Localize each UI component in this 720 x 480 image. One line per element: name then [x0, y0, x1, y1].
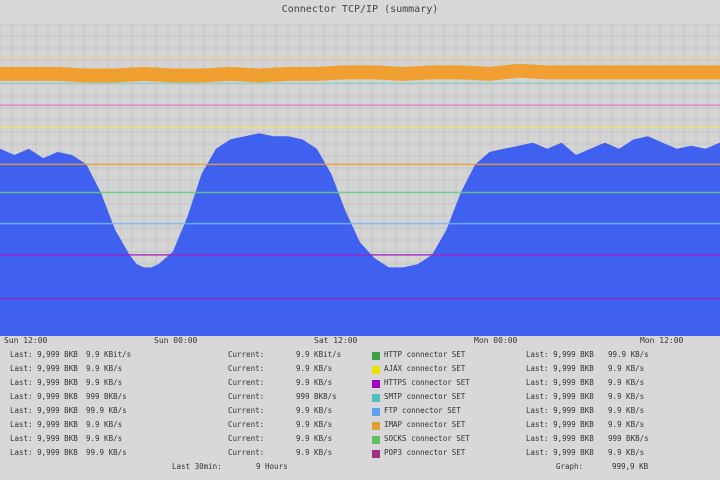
legend-right-b: 9.9 KB/s — [608, 378, 645, 387]
legend-label: HTTPS connector SET — [384, 378, 470, 387]
legend-left-a: Last: 9,999 BKB — [10, 364, 78, 373]
legend-table: Last: 9,999 BKB 9.9 KBit/s Current: 9.9 KBi… — [0, 350, 720, 466]
legend-mid-a: Current: — [228, 364, 265, 373]
legend-mid-b: 9.9 KB/s — [296, 448, 333, 457]
legend-right-b: 9.9 KB/s — [608, 406, 645, 415]
chart-plot — [0, 24, 720, 336]
chart-window: Connector TCP/IP (summary) Sun 12:00 Sun … — [0, 0, 720, 480]
legend-right-b: 9.9 KB/s — [608, 448, 645, 457]
legend-mid-a: Current: — [228, 448, 265, 457]
legend-label: AJAX connector SET — [384, 364, 466, 373]
legend-mid-b: 9.9 KB/s — [296, 364, 333, 373]
legend-left-a: Last: 9,999 BKB — [10, 392, 78, 401]
legend-swatch — [372, 380, 380, 388]
legend-left-b: 9.9 KB/s — [86, 420, 123, 429]
footer-left-value: 9 Hours — [256, 462, 288, 471]
legend-left-b: 9.9 KB/s — [86, 378, 123, 387]
legend-right-a: Last: 9,999 BKB — [526, 364, 594, 373]
legend-mid-a: Current: — [228, 350, 265, 359]
legend-label: SMTP connector SET — [384, 392, 466, 401]
legend-mid-b: 9.9 KB/s — [296, 378, 333, 387]
legend-row: Last: 9,999 BKB 9.9 KB/s Current: 9.9 KB/s H… — [0, 378, 720, 392]
legend-right-a: Last: 9,999 BKB — [526, 406, 594, 415]
legend-right-b: 9.9 KB/s — [608, 364, 645, 373]
legend-left-a: Last: 9,999 BKB — [10, 434, 78, 443]
legend-row: Last: 9,999 BKB 999 BKB/s Current: 999 BKB/… — [0, 392, 720, 406]
legend-mid-a: Current: — [228, 392, 265, 401]
legend-left-b: 9.9 KBit/s — [86, 350, 132, 359]
legend-row: Last: 9,999 BKB 9.9 KB/s Current: 9.9 KB/s A… — [0, 364, 720, 378]
x-tick-label: Sun 12:00 — [4, 336, 48, 345]
legend-row: Last: 9,999 BKB 99.9 KB/s Current: 9.9 KB/s… — [0, 406, 720, 420]
legend-mid-a: Current: — [228, 406, 265, 415]
chart-title: Connector TCP/IP (summary) — [281, 4, 439, 15]
footer-right-label: Graph: — [556, 462, 584, 471]
legend-right-a: Last: 9,999 BKB — [526, 448, 594, 457]
legend-right-b: 9.9 KB/s — [608, 392, 645, 401]
footer-left-label: Last 30min: — [172, 462, 222, 471]
legend-mid-b: 9.9 KB/s — [296, 420, 333, 429]
legend-swatch — [372, 394, 380, 402]
legend-right-a: Last: 9,999 BKB — [526, 420, 594, 429]
legend-mid-a: Current: — [228, 434, 265, 443]
footer-bar: Last 30min: 9 Hours Graph: 999,9 KB — [0, 462, 720, 478]
legend-left-b: 99.9 KB/s — [86, 448, 127, 457]
legend-label: POP3 connector SET — [384, 448, 466, 457]
legend-left-b: 99.9 KB/s — [86, 406, 127, 415]
legend-label: IMAP connector SET — [384, 420, 466, 429]
legend-mid-b: 9.9 KBit/s — [296, 350, 342, 359]
legend-label: HTTP connector SET — [384, 350, 466, 359]
legend-right-b: 9.9 KB/s — [608, 420, 645, 429]
legend-left-b: 9.9 KB/s — [86, 364, 123, 373]
legend-swatch — [372, 366, 380, 374]
legend-mid-b: 999 BKB/s — [296, 392, 337, 401]
legend-right-a: Last: 9,999 BKB — [526, 392, 594, 401]
legend-row: Last: 9,999 BKB 9.9 KB/s Current: 9.9 KB/s I… — [0, 420, 720, 434]
legend-right-a: Last: 9,999 BKB — [526, 350, 594, 359]
x-tick-label: Mon 00:00 — [474, 336, 518, 345]
legend-swatch — [372, 408, 380, 416]
legend-mid-a: Current: — [228, 420, 265, 429]
legend-swatch — [372, 436, 380, 444]
legend-left-b: 9.9 KB/s — [86, 434, 123, 443]
x-tick-label: Sat 12:00 — [314, 336, 358, 345]
legend-swatch — [372, 450, 380, 458]
legend-left-a: Last: 9,999 BKB — [10, 350, 78, 359]
footer-right-value: 999,9 KB — [612, 462, 649, 471]
legend-row: Last: 9,999 BKB 99.9 KB/s Current: 9.9 KB/s… — [0, 448, 720, 462]
legend-right-b: 99.9 KB/s — [608, 350, 649, 359]
legend-right-b: 999 BKB/s — [608, 434, 649, 443]
x-tick-label: Sun 00:00 — [154, 336, 198, 345]
legend-left-a: Last: 9,999 BKB — [10, 378, 78, 387]
legend-label: SOCKS connector SET — [384, 434, 470, 443]
legend-left-a: Last: 9,999 BKB — [10, 420, 78, 429]
legend-right-a: Last: 9,999 BKB — [526, 434, 594, 443]
x-tick-label: Mon 12:00 — [640, 336, 684, 345]
legend-mid-a: Current: — [228, 378, 265, 387]
legend-left-a: Last: 9,999 BKB — [10, 448, 78, 457]
legend-swatch — [372, 422, 380, 430]
legend-mid-b: 9.9 KB/s — [296, 434, 333, 443]
legend-row: Last: 9,999 BKB 9.9 KB/s Current: 9.9 KB/s S… — [0, 434, 720, 448]
legend-left-b: 999 BKB/s — [86, 392, 127, 401]
legend-row: Last: 9,999 BKB 9.9 KBit/s Current: 9.9 KBi… — [0, 350, 720, 364]
legend-swatch — [372, 352, 380, 360]
legend-right-a: Last: 9,999 BKB — [526, 378, 594, 387]
legend-left-a: Last: 9,999 BKB — [10, 406, 78, 415]
legend-mid-b: 9.9 KB/s — [296, 406, 333, 415]
x-axis-labels: Sun 12:00 Sun 00:00 Sat 12:00 Mon 00:00 Mon … — [0, 336, 720, 350]
legend-label: FTP connector SET — [384, 406, 461, 415]
